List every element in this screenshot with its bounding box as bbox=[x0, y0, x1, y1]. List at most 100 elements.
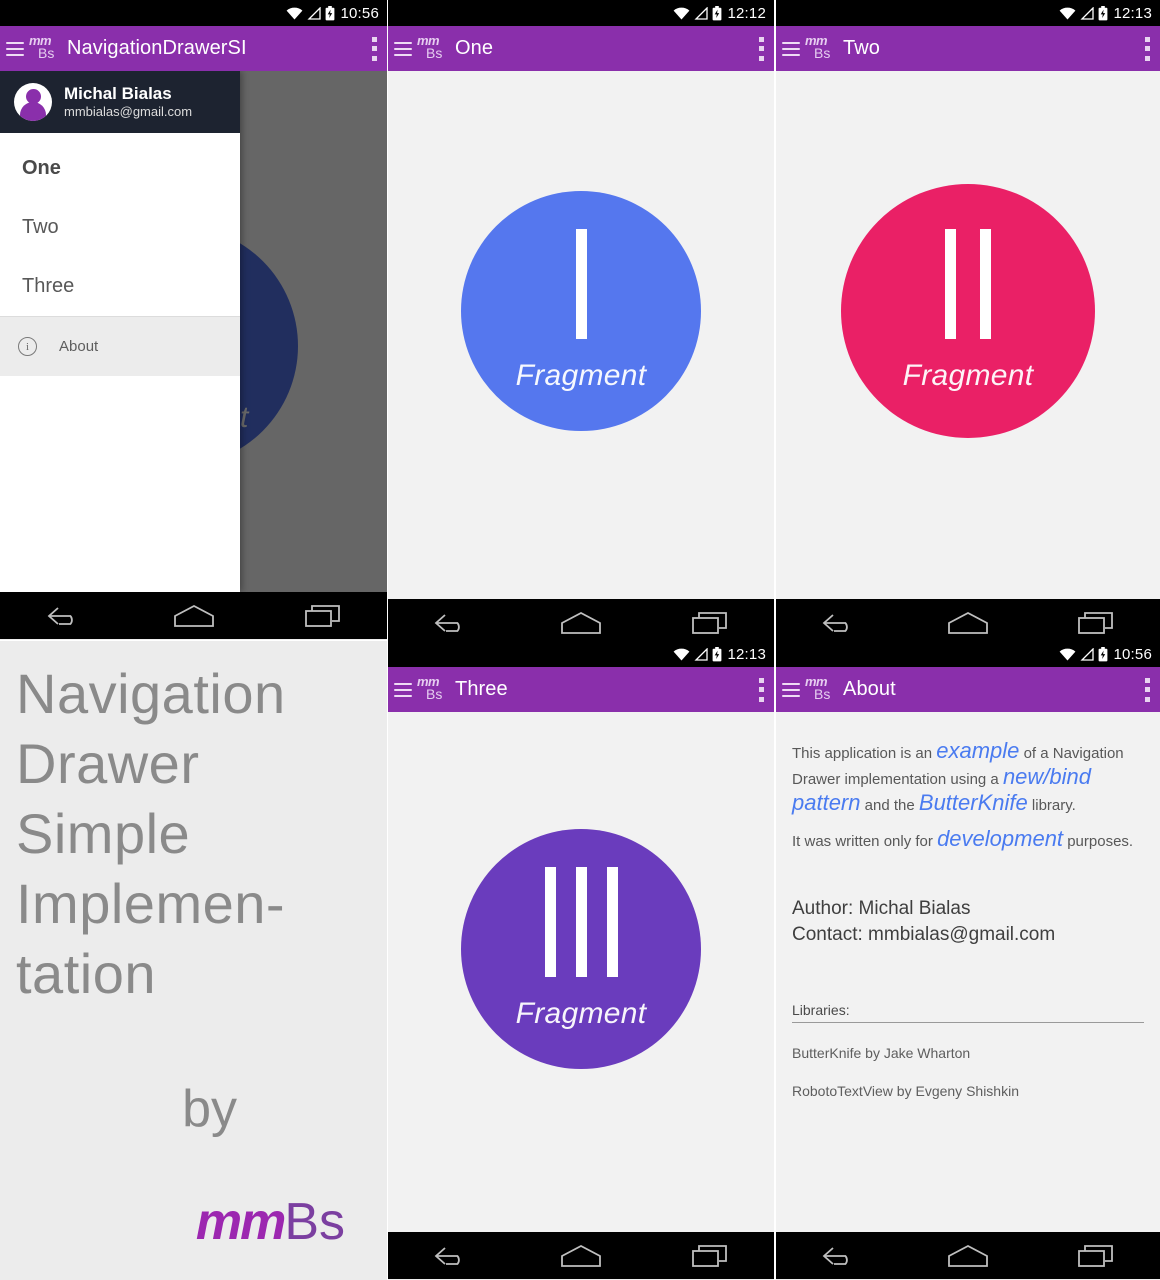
recents-button[interactable] bbox=[680, 606, 740, 640]
screenshot-collage: 10:56 mm Bs NavigationDrawerSI Fragment … bbox=[0, 0, 1160, 1280]
recents-icon bbox=[1078, 1244, 1113, 1267]
back-button[interactable] bbox=[35, 599, 95, 633]
panel-navigation-drawer: 10:56 mm Bs NavigationDrawerSI Fragment … bbox=[0, 0, 387, 640]
battery-icon bbox=[326, 5, 335, 20]
app-logo-icon: mm Bs bbox=[805, 673, 835, 707]
about-highlight-butterknife: ButterKnife bbox=[918, 790, 1028, 815]
about-contact: Contact: mmbialas@gmail.com bbox=[792, 924, 1056, 945]
logo-bs-text: Bs bbox=[814, 44, 831, 61]
back-button[interactable] bbox=[810, 1239, 870, 1273]
panel-fragment-one: 12:12 mm Bs One Fragment bbox=[388, 0, 774, 647]
logo-bs-text: Bs bbox=[426, 44, 443, 61]
status-icons bbox=[673, 646, 722, 662]
home-button[interactable] bbox=[551, 1239, 611, 1273]
status-time: 12:13 bbox=[1113, 4, 1152, 22]
hamburger-menu-icon[interactable] bbox=[394, 682, 412, 697]
drawer-item-three[interactable]: Three bbox=[0, 257, 240, 316]
app-bar: mm Bs NavigationDrawerSI bbox=[0, 26, 387, 71]
app-bar-title: NavigationDrawerSI bbox=[67, 37, 247, 59]
about-p2-a: It was written only for bbox=[792, 833, 938, 850]
battery-icon bbox=[713, 5, 722, 20]
overflow-menu-icon[interactable] bbox=[758, 677, 764, 702]
hamburger-menu-icon[interactable] bbox=[394, 41, 412, 56]
home-icon bbox=[948, 611, 988, 634]
recents-button[interactable] bbox=[1066, 1239, 1126, 1273]
drawer-item-two[interactable]: Two bbox=[0, 198, 240, 257]
fragment-numeral bbox=[945, 229, 991, 339]
home-button[interactable] bbox=[164, 599, 224, 633]
about-library-item: RobotoTextView by Evgeny Shishkin bbox=[792, 1083, 1019, 1099]
recents-button[interactable] bbox=[1066, 606, 1126, 640]
back-button[interactable] bbox=[810, 606, 870, 640]
recents-button[interactable] bbox=[293, 599, 353, 633]
recents-button[interactable] bbox=[680, 1239, 740, 1273]
fragment-numeral bbox=[575, 229, 587, 339]
about-author-block: Author: Michal Bialas Contact: mmbialas@… bbox=[792, 896, 1144, 948]
drawer-item-about-label: About bbox=[59, 338, 99, 355]
overflow-menu-icon[interactable] bbox=[1144, 36, 1150, 61]
back-icon bbox=[434, 1246, 461, 1265]
home-icon bbox=[173, 604, 214, 627]
system-navigation-bar bbox=[776, 599, 1160, 646]
back-button[interactable] bbox=[422, 1239, 482, 1273]
fragment-numeral bbox=[544, 867, 618, 977]
system-navigation-bar bbox=[388, 1232, 774, 1279]
back-icon bbox=[47, 606, 73, 625]
about-highlight-development: development bbox=[937, 826, 1064, 851]
home-icon bbox=[948, 1244, 988, 1267]
wifi-icon bbox=[674, 648, 690, 660]
branding-logo-mm: mm bbox=[195, 1193, 286, 1251]
hamburger-menu-icon[interactable] bbox=[6, 41, 24, 56]
drawer-user-name: Michal Bialas bbox=[64, 83, 172, 103]
overflow-menu-icon[interactable] bbox=[1144, 677, 1150, 702]
drawer-user-info: Michal Bialas mmbialas@gmail.com bbox=[64, 84, 192, 120]
recents-icon bbox=[1078, 611, 1113, 634]
panel-fragment-two: 12:13 mm Bs Two Fragment bbox=[776, 0, 1160, 647]
signal-icon bbox=[1080, 6, 1095, 20]
branding-title: Navigation Drawer Simple Implemen-tation bbox=[16, 662, 286, 1005]
status-icons bbox=[673, 5, 722, 21]
signal-icon bbox=[1080, 647, 1095, 661]
drawer-user-email: mmbialas@gmail.com bbox=[64, 104, 193, 120]
logo-bs-text: Bs bbox=[814, 685, 831, 702]
hamburger-menu-icon[interactable] bbox=[782, 682, 800, 697]
status-icons bbox=[1059, 646, 1108, 662]
app-bar-title: One bbox=[455, 37, 494, 59]
battery-icon bbox=[713, 646, 722, 661]
signal-icon bbox=[307, 6, 322, 20]
drawer-footer: i About bbox=[0, 316, 240, 376]
app-logo-icon: mm Bs bbox=[417, 32, 447, 66]
drawer-item-one[interactable]: One bbox=[0, 139, 240, 198]
app-logo-icon: mm Bs bbox=[417, 673, 447, 707]
battery-icon bbox=[1099, 646, 1108, 661]
status-bar: 10:56 bbox=[776, 641, 1160, 667]
status-icons bbox=[286, 5, 335, 21]
status-time: 10:56 bbox=[340, 4, 379, 22]
fragment-circle: Fragment bbox=[461, 191, 701, 431]
status-bar: 12:13 bbox=[388, 641, 774, 667]
battery-icon bbox=[1099, 5, 1108, 20]
content-area: Fragment Michal Bialas mmbialas@gmail.co… bbox=[0, 71, 387, 592]
app-bar-title: Two bbox=[843, 37, 880, 59]
recents-icon bbox=[691, 1244, 727, 1267]
fragment-label: Fragment bbox=[515, 997, 647, 1030]
recents-icon bbox=[304, 604, 340, 627]
home-button[interactable] bbox=[938, 1239, 998, 1273]
drawer-item-about[interactable]: i About bbox=[0, 317, 240, 376]
about-highlight-example: example bbox=[936, 738, 1020, 763]
system-navigation-bar bbox=[0, 592, 387, 639]
hamburger-menu-icon[interactable] bbox=[782, 41, 800, 56]
overflow-menu-icon[interactable] bbox=[371, 36, 377, 61]
home-icon bbox=[561, 611, 601, 634]
about-libraries-title: Libraries: bbox=[792, 1002, 1144, 1023]
overflow-menu-icon[interactable] bbox=[758, 36, 764, 61]
app-bar-title: Three bbox=[455, 678, 508, 700]
back-button[interactable] bbox=[422, 606, 482, 640]
logo-bs-text: Bs bbox=[426, 685, 443, 702]
home-button[interactable] bbox=[551, 606, 611, 640]
status-time: 12:12 bbox=[727, 4, 766, 22]
wifi-icon bbox=[287, 7, 303, 19]
home-button[interactable] bbox=[938, 606, 998, 640]
status-bar: 12:13 bbox=[776, 0, 1160, 26]
wifi-icon bbox=[1060, 7, 1076, 19]
